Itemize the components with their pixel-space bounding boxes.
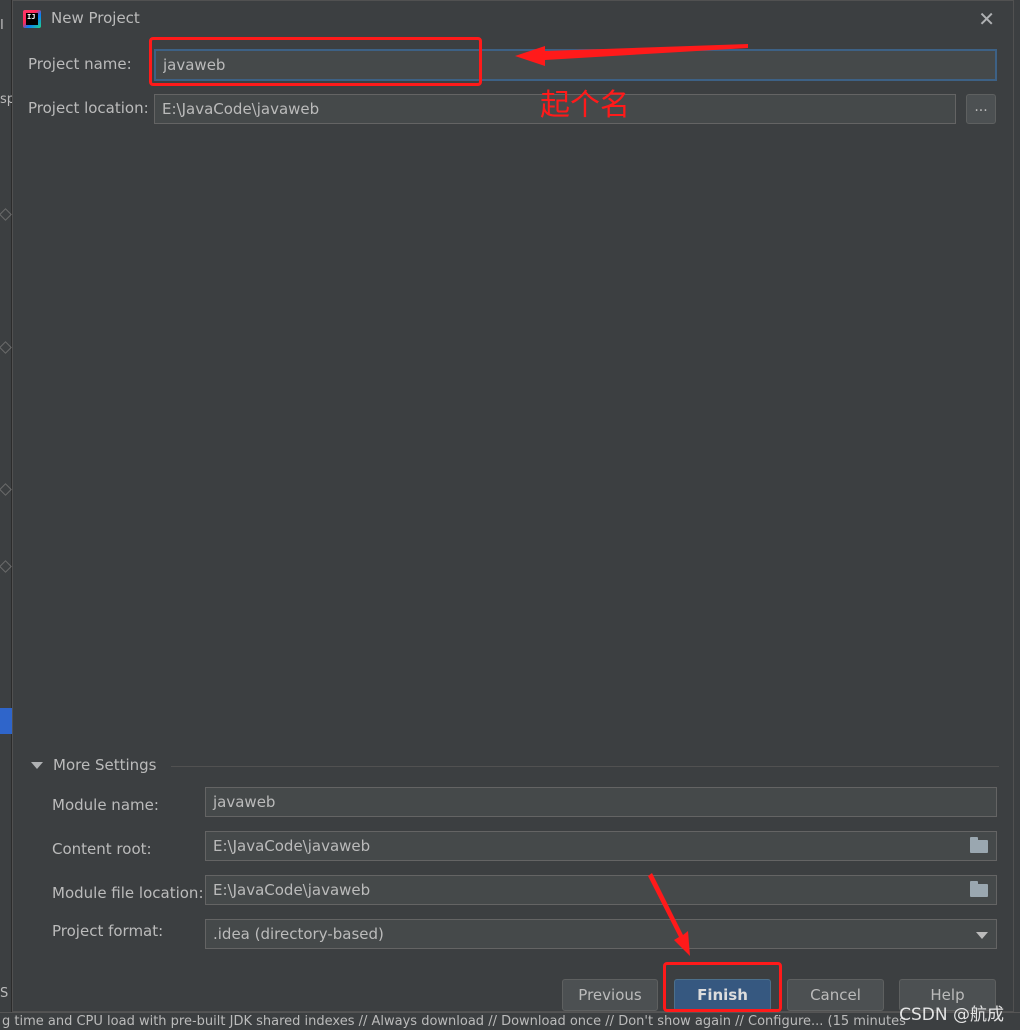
watermark: CSDN @航成 (899, 1005, 1004, 1025)
annotation-arrow-left (515, 44, 748, 66)
annotation-box-finish (663, 962, 782, 1012)
annotation-arrow-down (648, 873, 690, 956)
annotation-text: 起个名 (540, 88, 630, 123)
annotation-arrows (515, 44, 748, 956)
